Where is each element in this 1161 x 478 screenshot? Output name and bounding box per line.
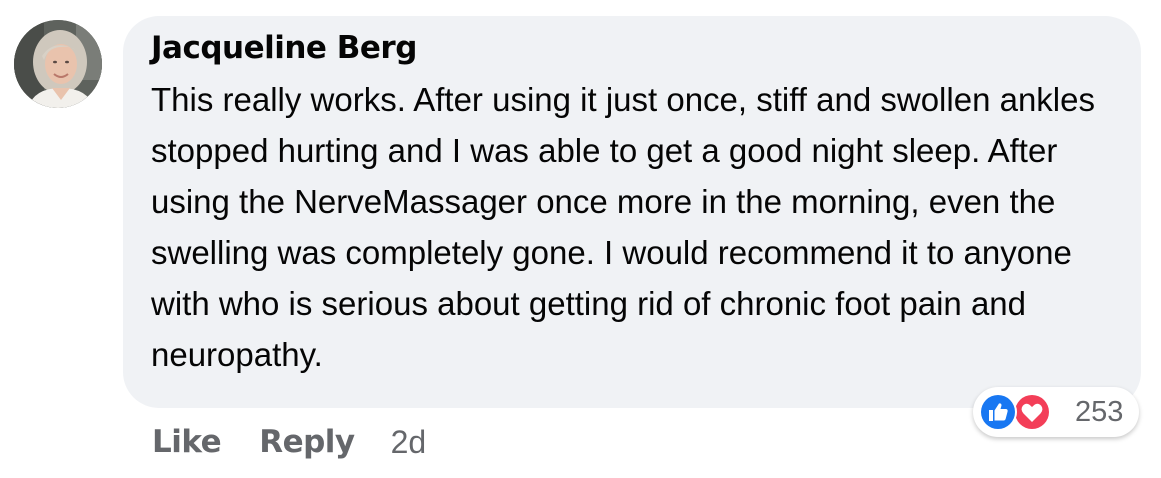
- comment-bubble: Jacqueline Berg This really works. After…: [123, 16, 1141, 408]
- author-name[interactable]: Jacqueline Berg: [151, 28, 1111, 68]
- timestamp[interactable]: 2d: [391, 424, 427, 461]
- comment-actions: Like Reply 2d: [152, 420, 426, 464]
- reply-button[interactable]: Reply: [259, 424, 355, 460]
- avatar[interactable]: [14, 20, 102, 108]
- comment: Jacqueline Berg This really works. After…: [0, 0, 1161, 478]
- comment-text: This really works. After using it just o…: [151, 81, 1095, 373]
- avatar-image: [14, 20, 102, 108]
- like-icon: [978, 392, 1018, 432]
- love-icon: [1012, 392, 1052, 432]
- reaction-count: 253: [1075, 395, 1124, 428]
- reactions-summary[interactable]: 253: [973, 387, 1139, 437]
- like-button[interactable]: Like: [152, 424, 222, 460]
- reaction-icons: [973, 387, 1069, 437]
